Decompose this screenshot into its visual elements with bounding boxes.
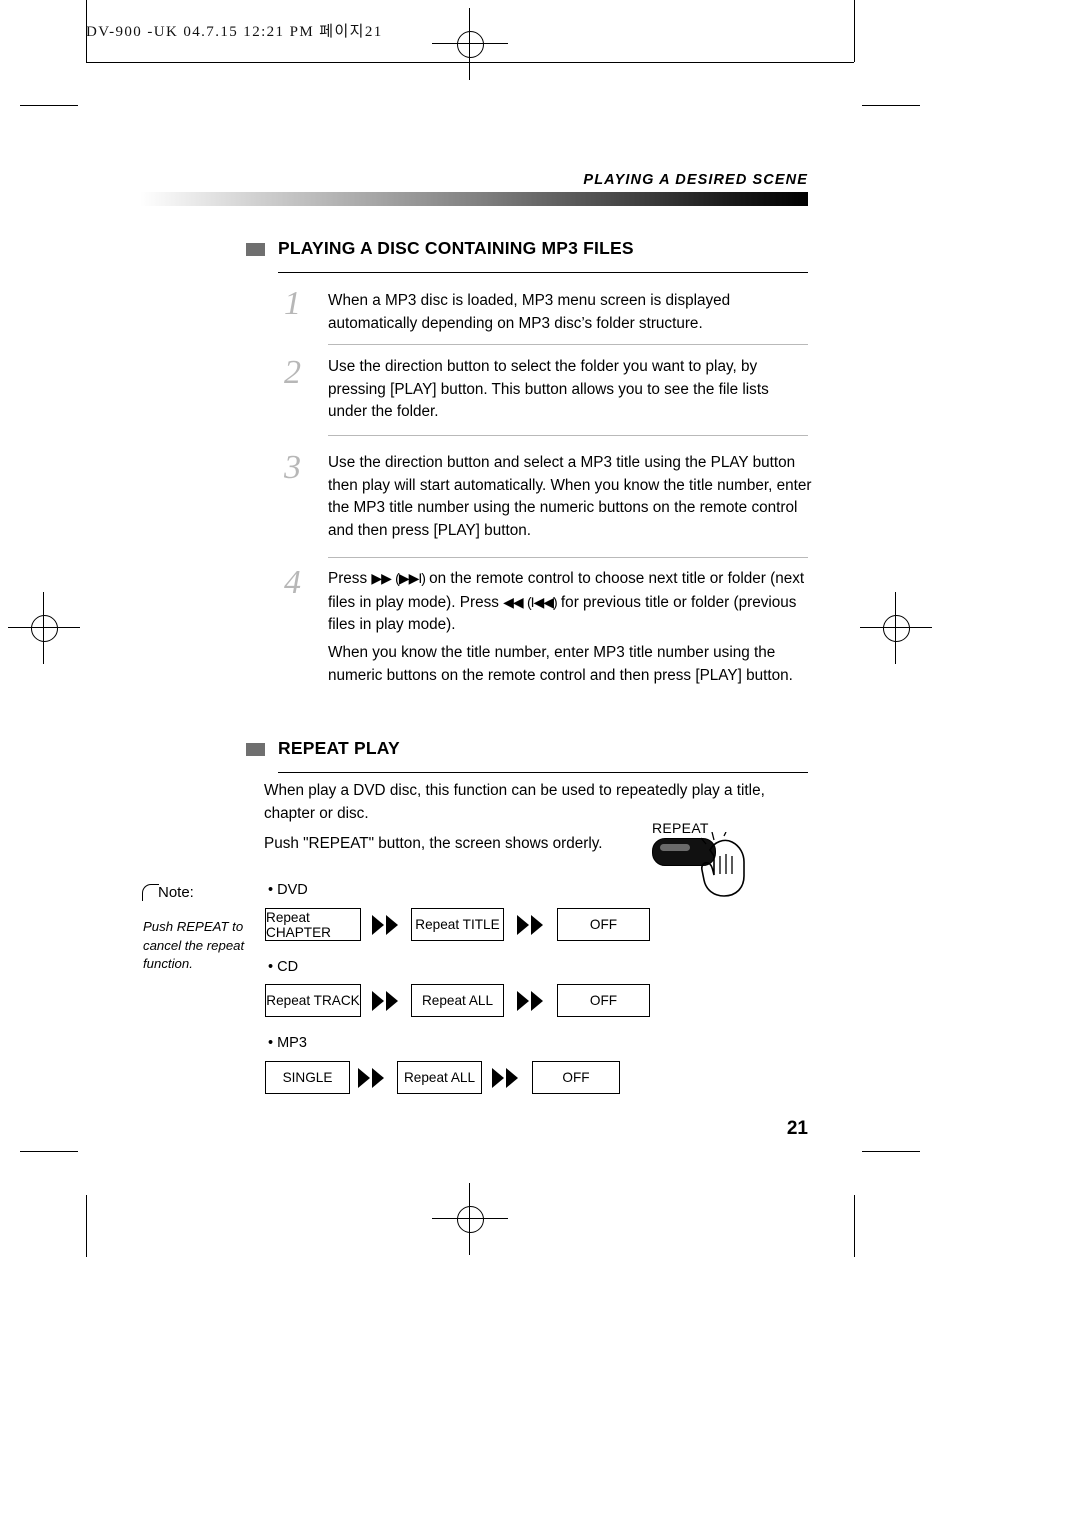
step-divider	[328, 435, 808, 436]
flow-box: SINGLE	[265, 1061, 350, 1094]
flow-box: OFF	[532, 1061, 620, 1094]
note-body: Push REPEAT to cancel the repeat functio…	[143, 919, 245, 971]
next-track-icon: (▶▶I)	[395, 570, 426, 586]
flow-arrow	[492, 1068, 518, 1088]
flow-box: OFF	[557, 984, 650, 1017]
flow-box: OFF	[557, 908, 650, 941]
flow-label-mp3: • MP3	[268, 1035, 307, 1051]
flow-box: Repeat TRACK	[265, 984, 361, 1017]
flow-arrow	[372, 991, 398, 1011]
crop-mark-top-left-tick	[20, 105, 78, 107]
registration-mark-bottom	[457, 1206, 484, 1233]
note-corner-decoration	[142, 884, 159, 901]
section-rule-mp3	[278, 272, 808, 274]
crop-mark-bottom-right-tick	[862, 1151, 920, 1153]
fast-forward-icon: ▶▶	[371, 570, 392, 586]
hand-pointer-icon	[700, 832, 745, 897]
step-text: Use the direction button and select a MP…	[328, 454, 812, 539]
step-number: 1	[284, 285, 301, 322]
flow-box: Repeat ALL	[397, 1061, 482, 1094]
crop-mark-top-right-tick	[862, 105, 920, 107]
registration-mark-right	[883, 615, 910, 642]
flow-box: Repeat CHAPTER	[265, 908, 361, 941]
running-head-gradient-bar	[140, 192, 808, 206]
flow-arrow	[517, 915, 543, 935]
page-number: 21	[786, 1118, 808, 1139]
step-text-with-icons: Press ▶▶ (▶▶I) on the remote control to …	[328, 567, 814, 637]
crop-mark-top-right-vertical	[854, 0, 856, 62]
step-number: 3	[284, 449, 301, 486]
flow-label-dvd: • DVD	[268, 882, 308, 898]
flow-label-cd: • CD	[268, 959, 299, 975]
registration-mark-top	[457, 31, 484, 58]
step-divider	[328, 557, 808, 558]
flow-box: Repeat TITLE	[411, 908, 504, 941]
step-divider	[328, 344, 808, 345]
print-slug: DV-900 -UK 04.7.15 12:21 PM 페이지21	[86, 24, 383, 40]
step-text: When a MP3 disc is loaded, MP3 menu scre…	[328, 292, 731, 332]
flow-box: Repeat ALL	[411, 984, 504, 1017]
section-title-repeat: REPEAT PLAY	[278, 738, 400, 758]
section-bullet-icon	[246, 243, 265, 256]
registration-mark-left	[31, 615, 58, 642]
rewind-icon: ◀◀	[503, 593, 524, 610]
crop-mark-bottom-left-vertical	[86, 1195, 88, 1257]
step4-text-before: Press	[328, 570, 372, 587]
crop-mark-bottom-right-vertical	[854, 1195, 856, 1257]
prev-track-icon: (I◀◀)	[526, 593, 558, 610]
step-text-extra: When you know the title number, enter MP…	[328, 644, 793, 684]
note-label: Note:	[158, 884, 194, 901]
section-rule-repeat	[278, 772, 808, 774]
repeat-intro-text-2: Push "REPEAT" button, the screen shows o…	[264, 835, 603, 852]
flow-arrow	[372, 915, 398, 935]
flow-arrow	[358, 1068, 384, 1088]
section-title-mp3: PLAYING A DISC CONTAINING MP3 FILES	[278, 238, 634, 258]
step-number: 2	[284, 354, 301, 391]
section-bullet-icon	[246, 743, 265, 756]
crop-mark-bottom-left-tick	[20, 1151, 78, 1153]
flow-arrow	[517, 991, 543, 1011]
repeat-intro-text: When play a DVD disc, this function can …	[264, 782, 765, 822]
step-text: Use the direction button to select the f…	[328, 358, 769, 421]
running-head: PLAYING A DESIRED SCENE	[583, 172, 808, 188]
step-number: 4	[284, 564, 301, 601]
